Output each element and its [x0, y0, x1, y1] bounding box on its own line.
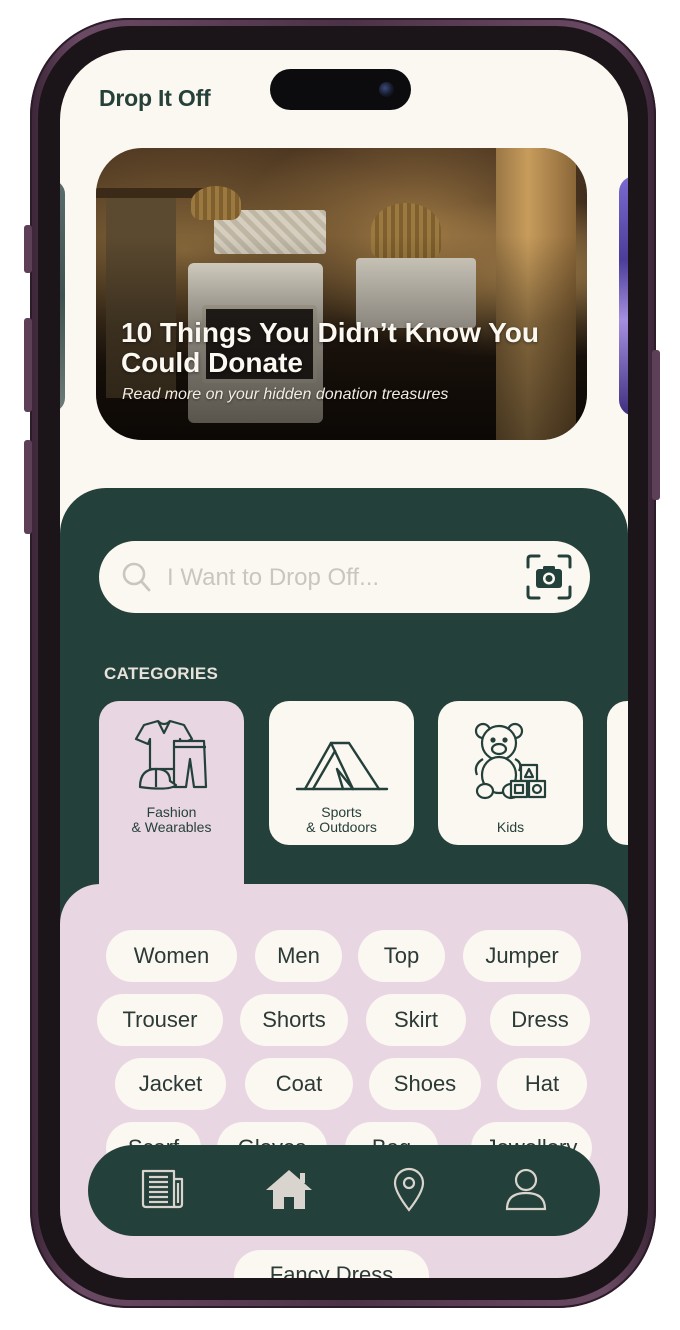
category-next-card[interactable] [607, 701, 628, 845]
category-label-line2: Kids [496, 819, 525, 835]
category-fashion-wearables[interactable]: Fashion & Wearables [99, 701, 244, 891]
hero-subtitle: Read more on your hidden donation treasu… [122, 386, 449, 403]
tag-men[interactable]: Men [255, 930, 342, 982]
category-label-line1: Fashion [146, 804, 197, 820]
bottom-nav-bar [88, 1145, 600, 1236]
search-icon [122, 561, 152, 598]
dynamic-island [270, 69, 411, 110]
hero-title: 10 Things You Didn’t Know You Could Dona… [121, 317, 539, 378]
volume-up-button [24, 318, 32, 412]
category-label-line2: & Wearables [131, 819, 212, 835]
tent-icon [269, 737, 414, 793]
clothing-icon [99, 719, 244, 795]
action-button [24, 225, 32, 273]
category-label-line1: Sports [321, 804, 362, 820]
tag-jacket[interactable]: Jacket [115, 1058, 226, 1110]
tag-fancy-dress[interactable]: Fancy Dress [234, 1250, 429, 1278]
category-kids[interactable]: Kids [438, 701, 583, 845]
search-bar[interactable] [99, 541, 590, 613]
camera-icon[interactable] [526, 554, 572, 600]
tag-hat[interactable]: Hat [497, 1058, 587, 1110]
phone-screen: Drop It Off 10 Things You Didn’t Know Yo… [60, 50, 628, 1278]
front-camera-icon [379, 82, 394, 97]
category-label: Sports & Outdoors [269, 805, 414, 835]
tag-trouser[interactable]: Trouser [97, 994, 223, 1046]
category-label: Kids [438, 820, 583, 835]
teddy-bear-icon [438, 719, 583, 803]
nav-profile[interactable] [498, 1165, 554, 1217]
tag-jumper[interactable]: Jumper [463, 930, 581, 982]
location-pin-icon [392, 1166, 426, 1217]
category-sports-outdoors[interactable]: Sports & Outdoors [269, 701, 414, 845]
tag-shorts[interactable]: Shorts [240, 994, 348, 1046]
nav-home[interactable] [261, 1165, 317, 1217]
tag-coat[interactable]: Coat [245, 1058, 353, 1110]
category-label: Fashion & Wearables [99, 805, 244, 835]
carousel-next-card[interactable] [619, 176, 628, 416]
categories-heading: CATEGORIES [104, 664, 219, 683]
app-title: Drop It Off [99, 85, 211, 111]
tag-women[interactable]: Women [106, 930, 237, 982]
newspaper-icon [140, 1169, 186, 1214]
carousel-prev-card[interactable] [60, 180, 65, 412]
hero-article-card[interactable]: 10 Things You Didn’t Know You Could Dona… [96, 148, 587, 440]
volume-down-button [24, 440, 32, 534]
tag-shoes[interactable]: Shoes [369, 1058, 481, 1110]
nav-locations[interactable] [381, 1165, 437, 1217]
tag-dress[interactable]: Dress [490, 994, 590, 1046]
profile-icon [505, 1167, 547, 1216]
search-input[interactable] [165, 557, 509, 599]
nav-news[interactable] [135, 1165, 191, 1217]
power-button [652, 350, 660, 500]
category-label-line2: & Outdoors [306, 819, 377, 835]
home-icon [264, 1167, 314, 1216]
tag-top[interactable]: Top [358, 930, 445, 982]
tag-skirt[interactable]: Skirt [366, 994, 466, 1046]
